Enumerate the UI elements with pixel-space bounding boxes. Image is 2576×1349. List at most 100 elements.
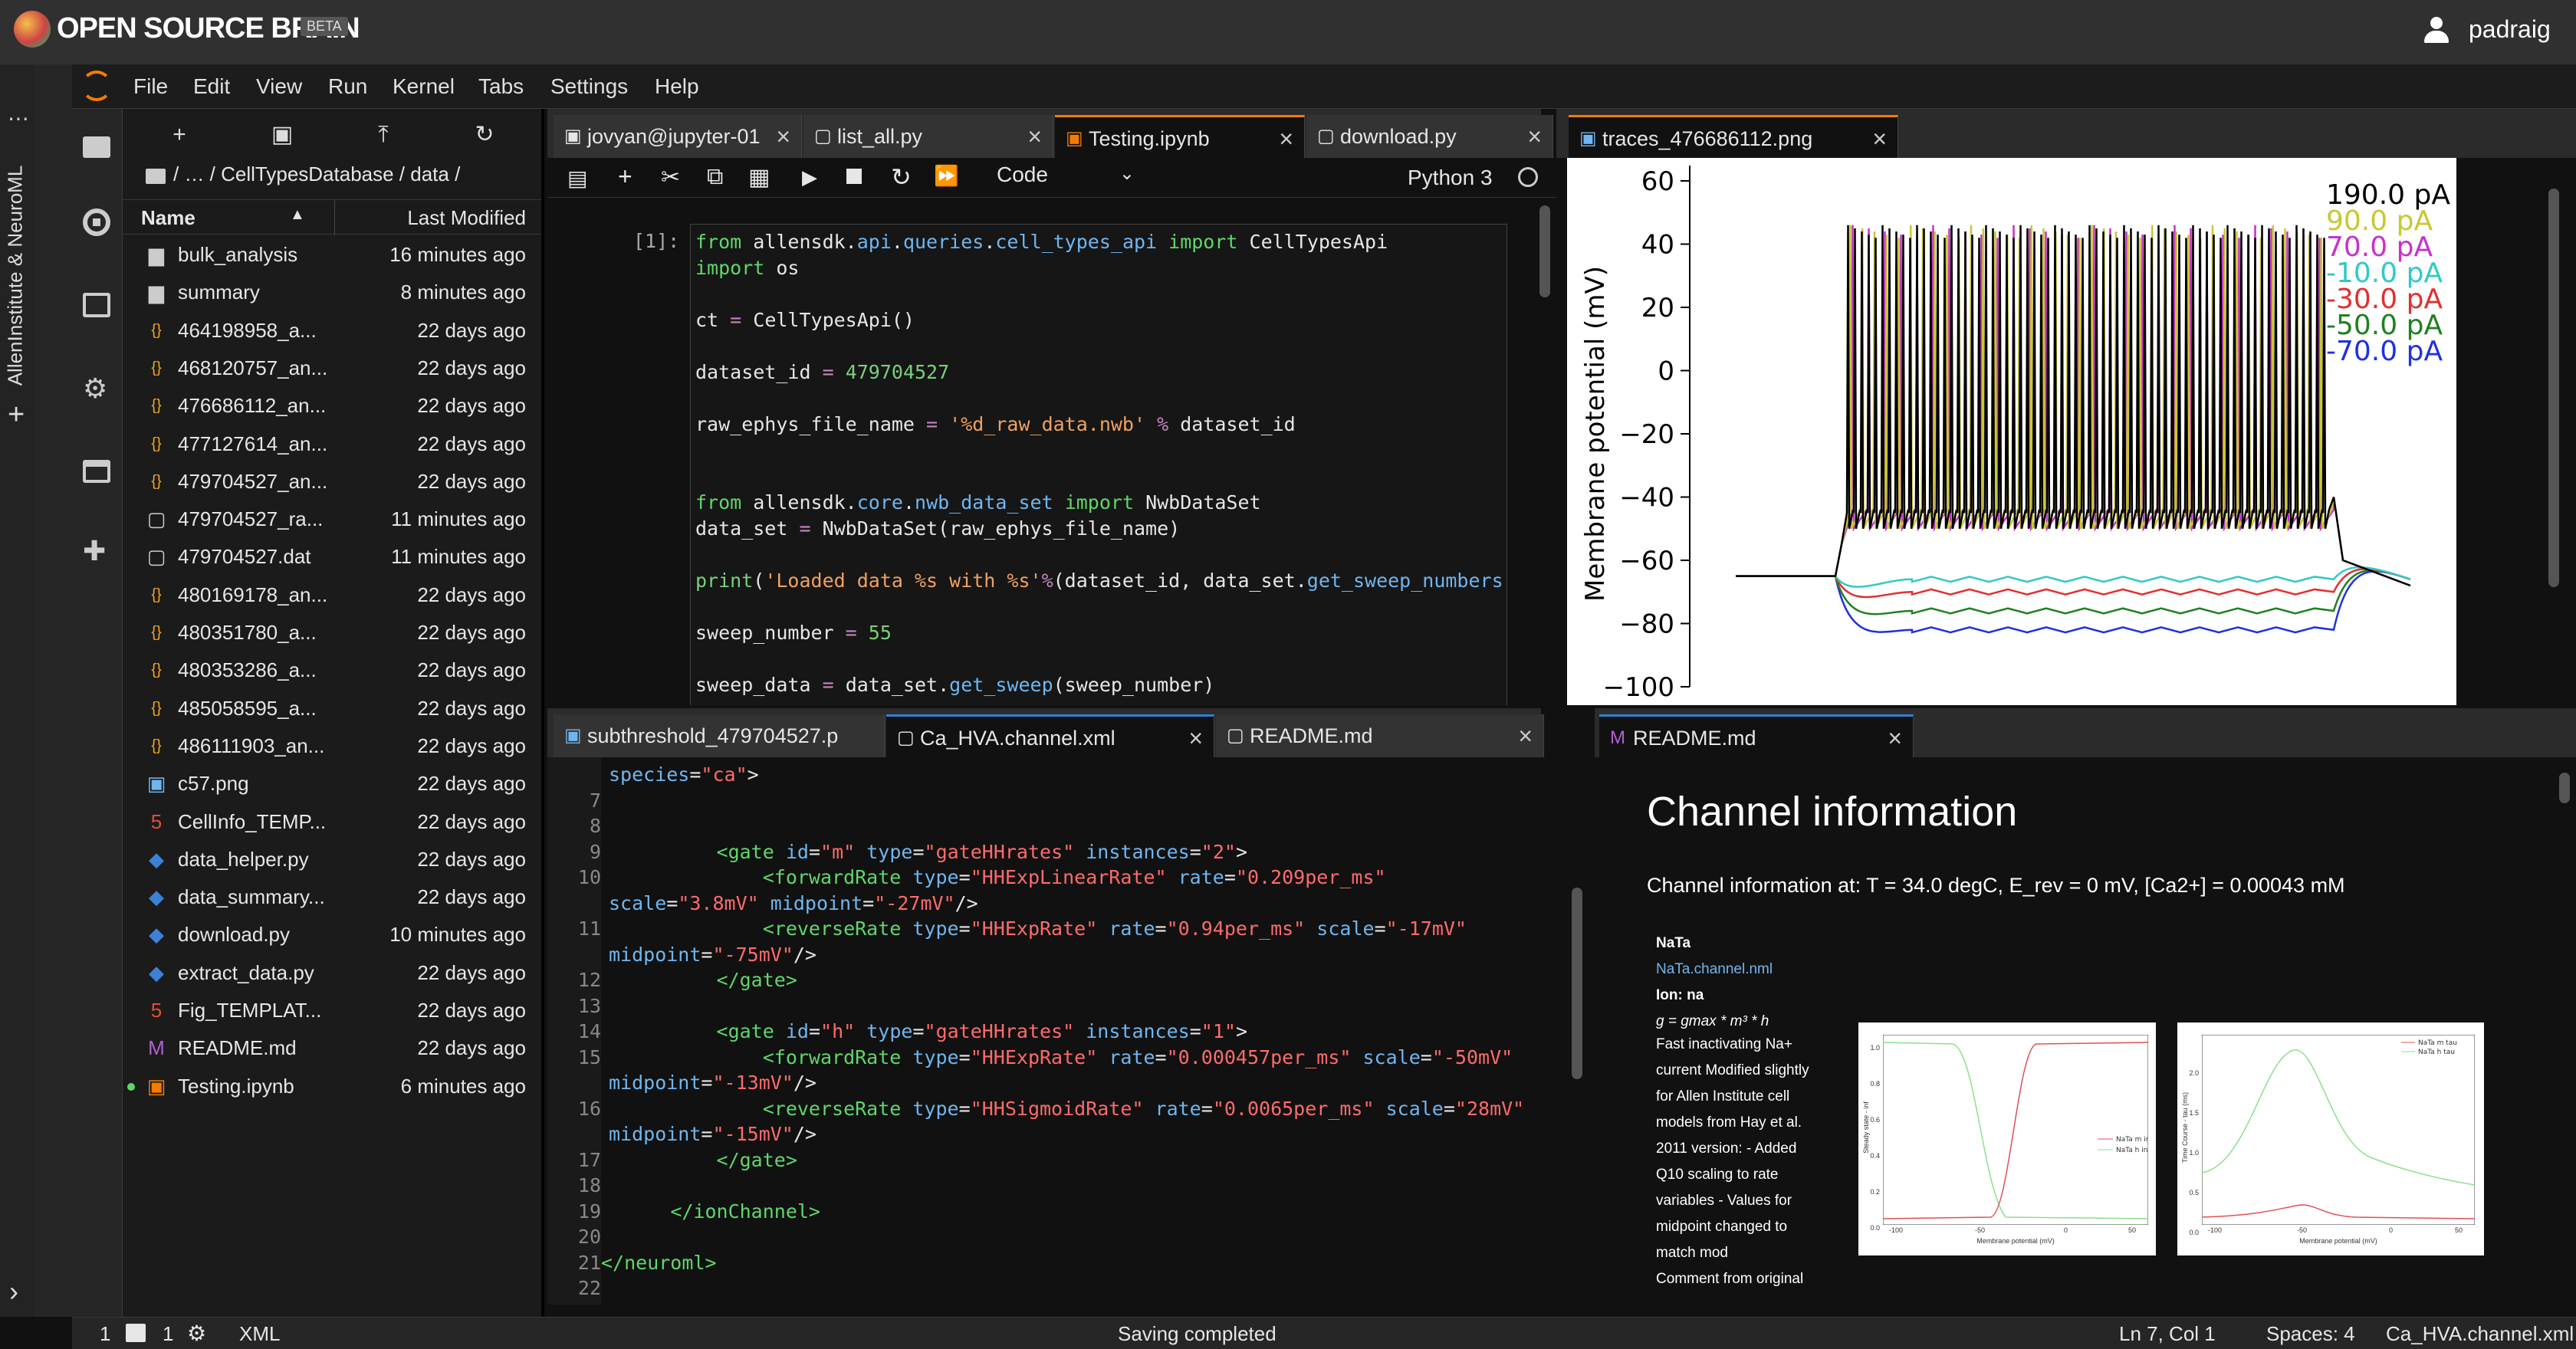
status-kernels-count[interactable]: 1 bbox=[163, 1318, 173, 1349]
status-cursor-position[interactable]: Ln 7, Col 1 bbox=[2119, 1318, 2216, 1349]
menu-edit[interactable]: Edit bbox=[193, 64, 230, 109]
refresh-icon[interactable]: ↻ bbox=[469, 120, 500, 150]
xtick: 0 bbox=[2389, 1226, 2394, 1234]
restart-icon[interactable]: ↻ bbox=[891, 162, 912, 192]
more-icon[interactable]: ⋯ bbox=[8, 106, 29, 131]
new-launcher-icon[interactable]: + bbox=[164, 120, 195, 150]
tabs-icon[interactable] bbox=[83, 460, 110, 483]
close-icon[interactable]: × bbox=[1872, 117, 1887, 158]
file-row[interactable]: 5 Fig_TEMPLAT... 22 days ago bbox=[123, 992, 541, 1029]
file-row[interactable]: {} 480353286_a... 22 days ago bbox=[123, 652, 541, 689]
notebook-scrollbar[interactable] bbox=[1539, 205, 1550, 297]
file-row[interactable]: ▆ summary 8 minutes ago bbox=[123, 274, 541, 311]
file-row[interactable]: {} 464198958_a... 22 days ago bbox=[123, 312, 541, 350]
new-folder-icon[interactable]: ▣ bbox=[267, 120, 297, 150]
save-icon[interactable]: ▤ bbox=[567, 166, 587, 191]
file-row[interactable]: ◆ data_helper.py 22 days ago bbox=[123, 841, 541, 878]
tab-download-py[interactable]: ▢ download.py × bbox=[1306, 115, 1553, 158]
file-row[interactable]: {} 477127614_an... 22 days ago bbox=[123, 425, 541, 463]
image-scrollbar[interactable] bbox=[2548, 189, 2559, 587]
status-indent[interactable]: Spaces: 4 bbox=[2266, 1318, 2355, 1349]
tab-list-all[interactable]: ▢ list_all.py × bbox=[803, 115, 1053, 158]
file-row[interactable]: {} 485058595_a... 22 days ago bbox=[123, 690, 541, 727]
user-icon[interactable] bbox=[2423, 15, 2450, 46]
tab-readme-md-editor[interactable]: ▢ README.md × bbox=[1216, 714, 1544, 757]
file-modified: 22 days ago bbox=[417, 999, 526, 1022]
file-modified: 22 days ago bbox=[417, 583, 526, 606]
extension-icon[interactable]: ✚ bbox=[83, 535, 106, 567]
user-name[interactable]: padraig bbox=[2469, 15, 2551, 44]
close-icon[interactable]: × bbox=[1518, 714, 1533, 757]
add-workspace-icon[interactable]: + bbox=[8, 399, 25, 432]
menu-file[interactable]: File bbox=[133, 64, 168, 109]
close-icon[interactable]: × bbox=[1888, 717, 1902, 757]
file-row[interactable]: ▣ Testing.ipynb 6 minutes ago bbox=[123, 1068, 541, 1105]
kernel-name[interactable]: Python 3 bbox=[1408, 166, 1493, 190]
file-row[interactable]: {} 486111903_an... 22 days ago bbox=[123, 727, 541, 765]
file-row[interactable]: {} 480169178_an... 22 days ago bbox=[123, 576, 541, 614]
file-icon: ▢ bbox=[146, 507, 166, 531]
column-last-modified[interactable]: Last Modified bbox=[407, 206, 526, 230]
terminal-icon[interactable] bbox=[126, 1324, 146, 1342]
menu-settings[interactable]: Settings bbox=[550, 64, 628, 109]
tab-traces-png[interactable]: ▣ traces_476686112.png × bbox=[1569, 115, 1898, 158]
close-icon[interactable]: × bbox=[1527, 115, 1542, 158]
file-row[interactable]: 5 CellInfo_TEMP... 22 days ago bbox=[123, 803, 541, 841]
menu-run[interactable]: Run bbox=[328, 64, 367, 109]
readme-scrollbar[interactable] bbox=[2559, 773, 2570, 803]
file-row[interactable]: {} 479704527_an... 22 days ago bbox=[123, 463, 541, 501]
file-row[interactable]: {} 480351780_a... 22 days ago bbox=[123, 614, 541, 652]
menu-kernel[interactable]: Kernel bbox=[393, 64, 455, 109]
copy-icon[interactable]: ⧉ bbox=[707, 164, 723, 190]
sort-arrow-icon[interactable]: ▲ bbox=[290, 206, 305, 224]
xml-scrollbar[interactable] bbox=[1572, 888, 1582, 1079]
jupyter-logo-icon[interactable] bbox=[81, 71, 112, 101]
channel-link[interactable]: NaTa.channel.nml bbox=[1656, 961, 1773, 978]
breadcrumb[interactable]: / … / CellTypesDatabase / data / bbox=[173, 162, 460, 186]
file-row[interactable]: M README.md 22 days ago bbox=[123, 1029, 541, 1067]
file-row[interactable]: ◆ download.py 10 minutes ago bbox=[123, 916, 541, 953]
menu-help[interactable]: Help bbox=[655, 64, 699, 109]
file-row[interactable]: {} 476686112_an... 22 days ago bbox=[123, 387, 541, 425]
property-inspector-icon[interactable]: ⚙ bbox=[83, 373, 107, 405]
osb-logo-icon[interactable] bbox=[14, 11, 51, 48]
folder-icon[interactable] bbox=[83, 136, 110, 158]
file-row[interactable]: {} 468120757_an... 22 days ago bbox=[123, 350, 541, 387]
status-mode[interactable]: XML bbox=[239, 1318, 280, 1349]
paste-icon[interactable]: ▦ bbox=[748, 164, 770, 191]
expand-sidebar-icon[interactable]: › bbox=[9, 1275, 18, 1308]
close-icon[interactable]: × bbox=[1027, 115, 1042, 158]
tab-readme-md[interactable]: M README.md × bbox=[1599, 714, 1914, 757]
tab-testing-ipynb[interactable]: ▣ Testing.ipynb × bbox=[1055, 115, 1305, 158]
kernel-icon[interactable]: ⚙ bbox=[187, 1318, 206, 1349]
close-icon[interactable]: × bbox=[776, 115, 790, 158]
column-name[interactable]: Name bbox=[141, 206, 196, 230]
file-row[interactable]: ▢ 479704527_ra... 11 minutes ago bbox=[123, 501, 541, 538]
menu-view[interactable]: View bbox=[256, 64, 302, 109]
xml-editor[interactable]: species="ca"> 7 8 9 <gate id="m" type="g… bbox=[547, 757, 1585, 1305]
desc-line: 2011 version: - Added bbox=[1656, 1141, 1797, 1157]
file-row[interactable]: ◆ data_summary... 22 days ago bbox=[123, 878, 541, 916]
tab-terminal[interactable]: ▣ jovyan@jupyter-01 × bbox=[554, 115, 802, 158]
close-icon[interactable]: × bbox=[1279, 117, 1293, 158]
tab-subthreshold[interactable]: ▣ subthreshold_479704527.p bbox=[554, 714, 885, 757]
code-cell[interactable]: from allensdk.api.queries.cell_types_api… bbox=[690, 224, 1507, 705]
run-icon[interactable]: ▶ bbox=[802, 166, 817, 189]
home-folder-icon[interactable] bbox=[146, 169, 166, 184]
close-icon[interactable]: × bbox=[1188, 717, 1203, 757]
stop-icon[interactable] bbox=[846, 169, 862, 184]
cell-type-select[interactable]: Code ⌄ bbox=[997, 162, 1135, 193]
file-row[interactable]: ▆ bulk_analysis 16 minutes ago bbox=[123, 236, 541, 274]
tab-ca-hva-xml[interactable]: ▢ Ca_HVA.channel.xml × bbox=[886, 714, 1214, 757]
fast-forward-icon[interactable]: ⏩ bbox=[934, 164, 958, 188]
file-row[interactable]: ▢ 479704527.dat 11 minutes ago bbox=[123, 538, 541, 576]
insert-cell-icon[interactable]: + bbox=[618, 162, 632, 191]
menu-tabs[interactable]: Tabs bbox=[478, 64, 524, 109]
file-row[interactable]: ▣ c57.png 22 days ago bbox=[123, 765, 541, 803]
cut-icon[interactable]: ✂ bbox=[661, 164, 680, 191]
upload-icon[interactable]: ⤒ bbox=[368, 120, 399, 150]
file-row[interactable]: ◆ extract_data.py 22 days ago bbox=[123, 954, 541, 992]
commands-icon[interactable] bbox=[83, 293, 110, 317]
status-terminals-count[interactable]: 1 bbox=[100, 1318, 110, 1349]
running-icon[interactable] bbox=[83, 208, 110, 236]
